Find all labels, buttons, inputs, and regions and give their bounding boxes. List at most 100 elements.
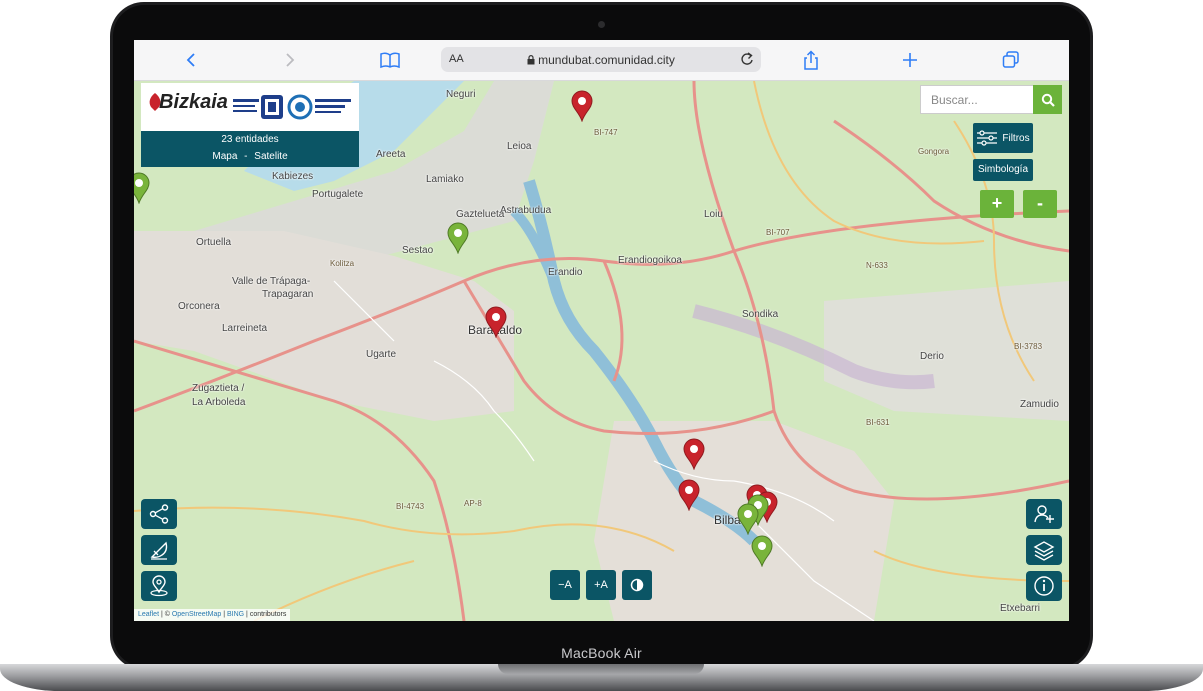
filters-label: Filtros [1002, 132, 1030, 144]
plus-icon [903, 53, 917, 67]
place-loiu: Loiu [704, 209, 723, 220]
satellite-dish-icon [150, 541, 168, 560]
map-marker-green[interactable] [751, 535, 773, 567]
place-ugarte: Ugarte [366, 349, 397, 360]
place-portugalete: Portugalete [312, 189, 364, 200]
font-smaller-button[interactable]: −A [550, 570, 580, 600]
new-tab-button[interactable] [897, 48, 923, 72]
place-astrabudua: Astrabudua [500, 205, 552, 216]
model-label: MacBook Air [561, 645, 642, 661]
bing-link[interactable]: BING [227, 611, 244, 618]
laptop-notch [498, 664, 704, 674]
layers-icon [1033, 541, 1055, 561]
add-entity-button[interactable] [1026, 499, 1062, 529]
share-button[interactable] [798, 48, 824, 72]
map-marker-red[interactable] [571, 90, 593, 122]
place-la-arboleda: La Arboleda [192, 397, 246, 408]
place-erandiogoikoa: Erandiogoikoa [618, 255, 682, 266]
reload-icon[interactable] [739, 50, 755, 68]
info-icon [1034, 576, 1054, 596]
place-neguri: Neguri [446, 89, 476, 100]
book-icon [380, 52, 400, 69]
map-marker-green[interactable] [134, 172, 150, 204]
place-ortuella: Ortuella [196, 237, 232, 248]
leaflet-link[interactable]: Leaflet [138, 611, 159, 618]
url-text-wrap: mundubat.comunidad.city [441, 53, 761, 67]
back-button[interactable] [178, 48, 204, 72]
road-n633: N-633 [866, 261, 888, 270]
entities-count: 23 entidades [221, 134, 279, 145]
location-pin-icon [150, 575, 168, 597]
camera-icon [598, 21, 605, 28]
place-etxebarri: Etxebarri [1000, 603, 1041, 614]
map-marker-green[interactable] [447, 222, 469, 254]
place-zamudio: Zamudio [1020, 399, 1059, 410]
entity-info-bar: 23 entidades Mapa - Satelite [141, 131, 359, 167]
osm-link[interactable]: OpenStreetMap [172, 611, 221, 618]
font-larger-button[interactable]: +A [586, 570, 616, 600]
lock-icon [527, 55, 535, 65]
bizkaia-logo-text: Bizkaia [159, 91, 228, 113]
sliders-icon [977, 130, 998, 146]
layer-separator: - [244, 151, 248, 162]
layer-switch: Mapa - Satelite [141, 148, 359, 165]
add-user-icon [1034, 505, 1054, 523]
search-button[interactable] [1033, 85, 1062, 114]
zoom-in-button[interactable]: + [980, 190, 1014, 218]
map-marker-red[interactable] [485, 306, 507, 338]
peak-kolitza: Kolitza [330, 259, 355, 268]
share-icon [804, 50, 818, 70]
forward-button[interactable] [277, 48, 303, 72]
tabs-icon [1002, 51, 1019, 68]
place-zugaztieta: Zugaztieta / [192, 383, 245, 394]
address-bar[interactable]: AA mundubat.comunidad.city [441, 47, 761, 72]
place-larreineta: Larreineta [222, 323, 268, 334]
place-sondika: Sondika [742, 309, 779, 320]
share-map-button[interactable] [141, 499, 177, 529]
contrast-icon [630, 578, 644, 592]
url-text: mundubat.comunidad.city [538, 53, 675, 67]
satellite-button[interactable] [141, 535, 177, 565]
peak-gongora: Gongora [918, 147, 950, 156]
place-sestao: Sestao [402, 245, 434, 256]
share-nodes-icon [149, 504, 169, 524]
map-marker-red[interactable] [678, 479, 700, 511]
search-placeholder: Buscar... [931, 93, 978, 107]
browser-toolbar: AA mundubat.comunidad.city [134, 40, 1069, 81]
filters-button[interactable]: Filtros [973, 123, 1033, 153]
chevron-right-icon [286, 53, 295, 67]
symbology-button[interactable]: Simbología [973, 159, 1033, 181]
place-gaztelueta: Gaztelueta [456, 209, 505, 220]
tabs-button[interactable] [998, 48, 1024, 72]
info-button[interactable] [1026, 571, 1062, 601]
search-input[interactable]: Buscar... [920, 85, 1035, 114]
contrast-button[interactable] [622, 570, 652, 600]
layers-button[interactable] [1026, 535, 1062, 565]
road-ap8: AP-8 [464, 499, 482, 508]
road-bi4743: BI-4743 [396, 502, 425, 511]
place-leioa: Leioa [507, 141, 532, 152]
partner-logos [233, 94, 351, 120]
map-marker-red[interactable] [683, 438, 705, 470]
satellite-layer-link[interactable]: Satelite [254, 151, 287, 162]
map-view[interactable]: Neguri Leioa Areeta Lamiako Kabiezes Por… [134, 81, 1069, 621]
chevron-left-icon [186, 53, 195, 67]
road-bi747: BI-747 [594, 128, 618, 137]
place-derio: Derio [920, 351, 944, 362]
road-bi707: BI-707 [766, 228, 790, 237]
map-attribution: Leaflet | © OpenStreetMap | BING | contr… [134, 609, 291, 621]
locate-button[interactable] [141, 571, 177, 601]
zoom-out-button[interactable]: - [1023, 190, 1057, 218]
map-marker-green[interactable] [737, 503, 759, 535]
place-areeta: Areeta [376, 149, 406, 160]
search-icon [1041, 93, 1055, 107]
institution-logos: Bizkaia [141, 83, 359, 131]
place-erandio: Erandio [548, 267, 583, 278]
road-bi3783: BI-3783 [1014, 342, 1043, 351]
place-orconera: Orconera [178, 301, 220, 312]
road-bi631: BI-631 [866, 418, 890, 427]
map-layer-link[interactable]: Mapa [212, 151, 237, 162]
place-valle-trapaga: Valle de Trápaga- [232, 276, 311, 287]
place-kabiezes: Kabiezes [272, 171, 314, 182]
bookmarks-button[interactable] [377, 48, 403, 72]
